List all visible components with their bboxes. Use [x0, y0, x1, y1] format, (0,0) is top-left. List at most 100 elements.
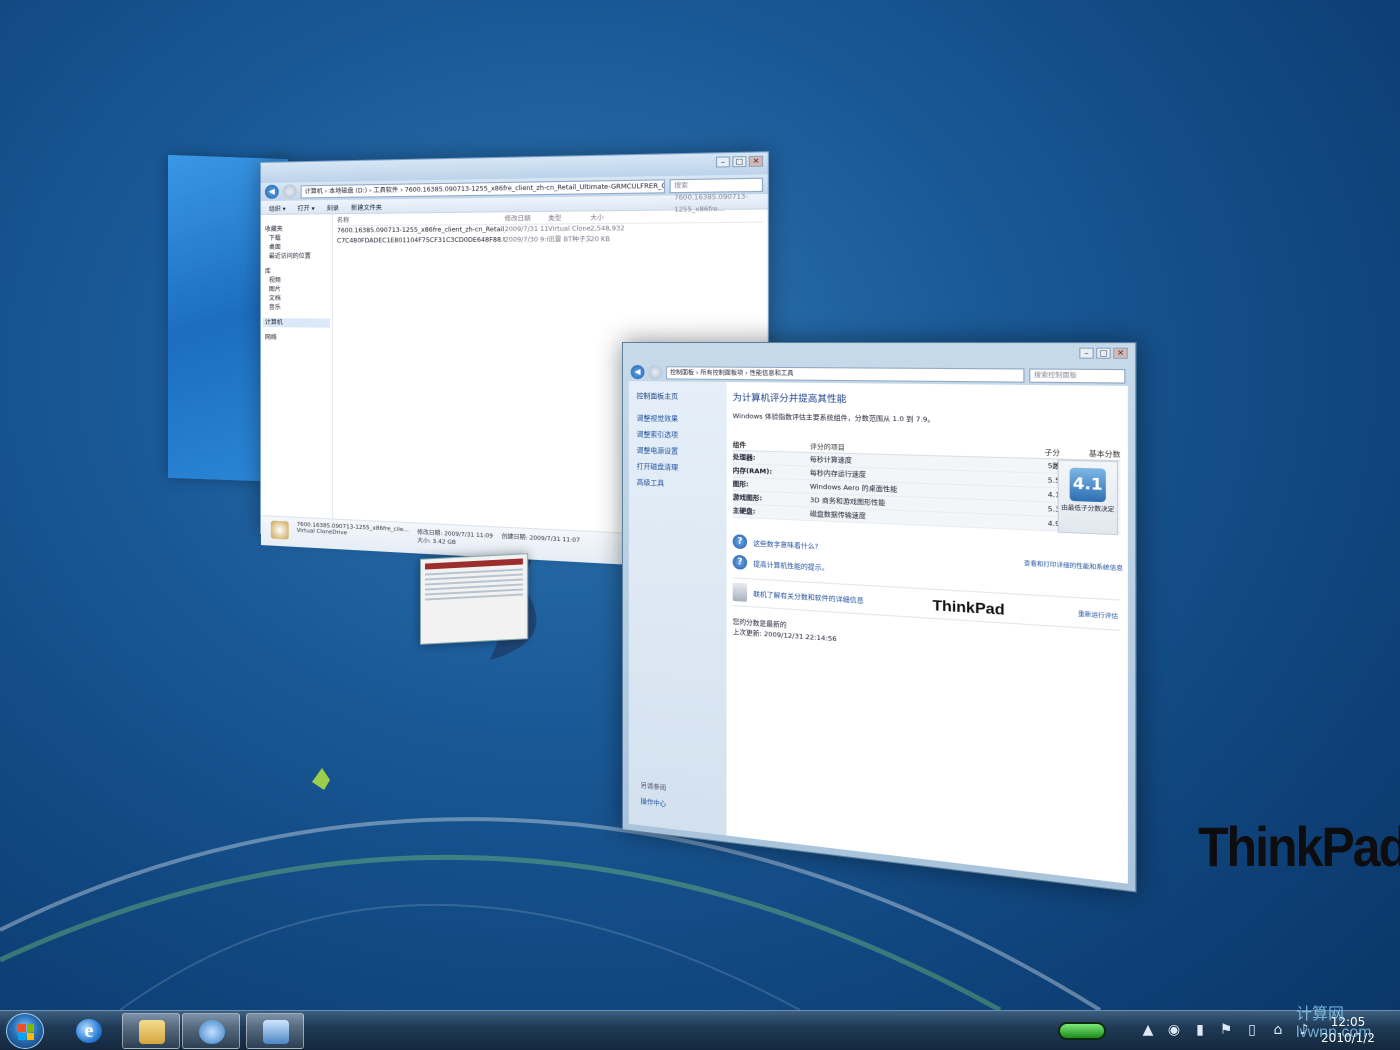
device-icon[interactable]: ▯	[1244, 1021, 1260, 1039]
col-name[interactable]: 名称	[337, 214, 505, 225]
new-folder-button[interactable]: 新建文件夹	[351, 202, 382, 212]
col-date[interactable]: 修改日期	[505, 214, 549, 224]
adjust-visual-effects-link[interactable]: 调整视觉效果	[637, 413, 719, 425]
task-pane: 控制面板主页 调整视觉效果 调整索引选项 调整电源设置 打开磁盘清理 高级工具 …	[628, 381, 727, 836]
file-name: C7C480FDADEC1E801104F75CF31C3CD0DE648F88…	[336, 236, 505, 245]
component-name: 内存(RAM):	[732, 466, 773, 476]
nav-computer[interactable]: 计算机	[262, 318, 330, 328]
performance-tips-link[interactable]: 提高计算机性能的提示。	[753, 558, 828, 572]
nav-item-documents[interactable]: 文档	[263, 294, 330, 303]
nav-favorites[interactable]: 收藏夹	[263, 224, 330, 234]
see-also-label: 另请参阅	[640, 781, 667, 792]
breadcrumb-all-items[interactable]: 所有控制面板项	[700, 369, 743, 376]
file-date: 2009/7/31 11:09	[504, 225, 549, 234]
page-description: Windows 体验指数评估主要系统组件，分数范围从 1.0 到 7.9。	[732, 411, 935, 424]
address-bar[interactable]: 计算机 › 本地磁盘 (D:) › 工具软件 › 7600.16385.0907…	[300, 178, 665, 198]
page-title: 为计算机评分并提高其性能	[732, 393, 847, 406]
control-panel-icon	[263, 1020, 289, 1044]
taskbar-ie-button[interactable]: e	[60, 1013, 118, 1049]
score-table: 组件 评分的项目 子分数 基本分数 处理器: 每秒计算速度 5.9 内存(RAM…	[732, 438, 1121, 536]
col-size[interactable]: 大小	[590, 213, 624, 223]
forward-button[interactable]	[648, 365, 663, 380]
taskbar-media-button[interactable]	[182, 1013, 240, 1049]
adjust-power-link[interactable]: 调整电源设置	[637, 445, 719, 457]
breadcrumb-performance[interactable]: 性能信息和工具	[750, 369, 794, 377]
what-numbers-mean-link[interactable]: 这些数字意味着什么?	[753, 537, 818, 550]
show-hidden-icons-icon[interactable]: ▲	[1140, 1021, 1156, 1039]
disk-cleanup-link[interactable]: 打开磁盘清理	[637, 461, 719, 474]
qq-icon[interactable]: ◉	[1166, 1021, 1182, 1039]
performance-window[interactable]: – □ ✕ ◀ 控制面板 › 所有控制面板项 › 性能信息和工具 搜索控制面板 …	[622, 342, 1137, 893]
burn-button[interactable]: 刻录	[327, 203, 339, 212]
nav-libraries[interactable]: 库	[263, 267, 330, 276]
header-subscore: 子分数	[1044, 448, 1061, 471]
navigation-pane: 收藏夹 下载 桌面 最近访问的位置 库 视频 图片 文档 音乐 计算机 网络	[260, 214, 333, 519]
help-icon: ?	[732, 534, 748, 550]
taskbar-control-panel-button[interactable]	[246, 1013, 304, 1049]
nav-item-downloads[interactable]: 下载	[263, 233, 330, 242]
file-type: Virtual CloneDrive	[548, 225, 591, 233]
help-icon: ?	[732, 554, 748, 570]
action-center-flag-icon[interactable]: ⚑	[1218, 1021, 1234, 1039]
performance-content: 为计算机评分并提高其性能 Windows 体验指数评估主要系统组件，分数范围从 …	[727, 382, 1128, 884]
file-date: 2009/7/30 9:09	[504, 236, 549, 244]
taskbar-explorer-button[interactable]	[122, 1013, 180, 1049]
base-score-caption: 由最低子分数决定	[1061, 505, 1115, 514]
start-button[interactable]	[6, 1013, 44, 1049]
forward-button[interactable]	[282, 184, 297, 199]
internet-explorer-icon: e	[76, 1019, 102, 1043]
minimize-icon[interactable]: –	[1079, 347, 1094, 359]
action-center-link[interactable]: 操作中心	[641, 795, 667, 808]
oem-logo: ThinkPad	[932, 596, 1005, 619]
nav-item-desktop[interactable]: 桌面	[263, 243, 330, 252]
site-watermark: 计算网 lvwnn.com	[1296, 1006, 1372, 1041]
maximize-icon[interactable]: □	[732, 156, 747, 168]
power-icon[interactable]: ▮	[1192, 1021, 1208, 1039]
maximize-icon[interactable]: □	[1096, 347, 1111, 359]
base-score-value: 4.1	[1069, 467, 1106, 503]
taskbar: e ▲ ◉ ▮ ⚑ ▯ ⌂ ♪ 12:05 2010/1/2	[0, 1010, 1400, 1050]
network-icon[interactable]: ⌂	[1270, 1021, 1286, 1039]
back-button[interactable]: ◀	[264, 184, 279, 199]
notification-area: ▲ ◉ ▮ ⚑ ▯ ⌂ ♪	[1140, 1021, 1312, 1039]
media-player-icon	[199, 1020, 225, 1044]
software-icon	[732, 582, 748, 602]
header-base: 基本分数	[1088, 449, 1121, 459]
breadcrumb-control-panel[interactable]: 控制面板	[670, 369, 694, 376]
organize-button[interactable]: 组织 ▾	[269, 204, 286, 213]
close-icon[interactable]: ✕	[748, 155, 764, 167]
minimize-icon[interactable]: –	[715, 156, 730, 168]
adjust-indexing-link[interactable]: 调整索引选项	[637, 429, 719, 441]
see-also: 另请参阅 操作中心	[641, 779, 667, 814]
base-score-badge: 4.1 由最低子分数决定	[1057, 459, 1119, 536]
search-input[interactable]: 搜索 7600.16385.090713-1255_x86fre...	[669, 177, 764, 213]
nav-item-pictures[interactable]: 图片	[263, 285, 330, 294]
component-name: 主硬盘:	[732, 506, 756, 516]
open-button[interactable]: 打开 ▾	[298, 203, 315, 212]
file-size: 2,548,932...	[590, 224, 624, 233]
desktop-brand-logo: ThinkPad	[1198, 815, 1400, 879]
nav-item-music[interactable]: 音乐	[263, 303, 330, 313]
back-button[interactable]: ◀	[630, 365, 645, 380]
nav-item-videos[interactable]: 视频	[263, 276, 330, 285]
advanced-tools-link[interactable]: 高级工具	[637, 477, 719, 490]
folder-icon	[139, 1020, 165, 1044]
battery-gauge[interactable]	[1058, 1022, 1106, 1040]
windows-logo-icon	[18, 1024, 34, 1040]
header-component: 组件	[732, 440, 747, 450]
flip3d-thumbnail-window[interactable]	[420, 553, 528, 645]
nav-network[interactable]: 网络	[263, 333, 330, 343]
file-type: 迅雷 BT种子文件	[548, 235, 591, 244]
close-icon[interactable]: ✕	[1113, 347, 1128, 359]
file-size: 20 KB	[590, 235, 611, 244]
component-name: 处理器:	[732, 452, 756, 462]
search-input[interactable]: 搜索控制面板	[1029, 367, 1126, 384]
learn-online-link[interactable]: 联机了解有关分数和软件的详细信息	[753, 588, 863, 605]
nav-item-recent[interactable]: 最近访问的位置	[263, 252, 330, 261]
file-row[interactable]: C7C480FDADEC1E801104F75CF31C3CD0DE648F88…	[337, 234, 763, 247]
breadcrumb[interactable]: 控制面板 › 所有控制面板项 › 性能信息和工具	[666, 365, 1025, 383]
col-type[interactable]: 类型	[548, 214, 590, 224]
file-type-icon	[270, 520, 289, 540]
rerun-assessment-link[interactable]: 重新运行评估	[1078, 609, 1118, 621]
control-panel-home-link[interactable]: 控制面板主页	[637, 391, 719, 402]
